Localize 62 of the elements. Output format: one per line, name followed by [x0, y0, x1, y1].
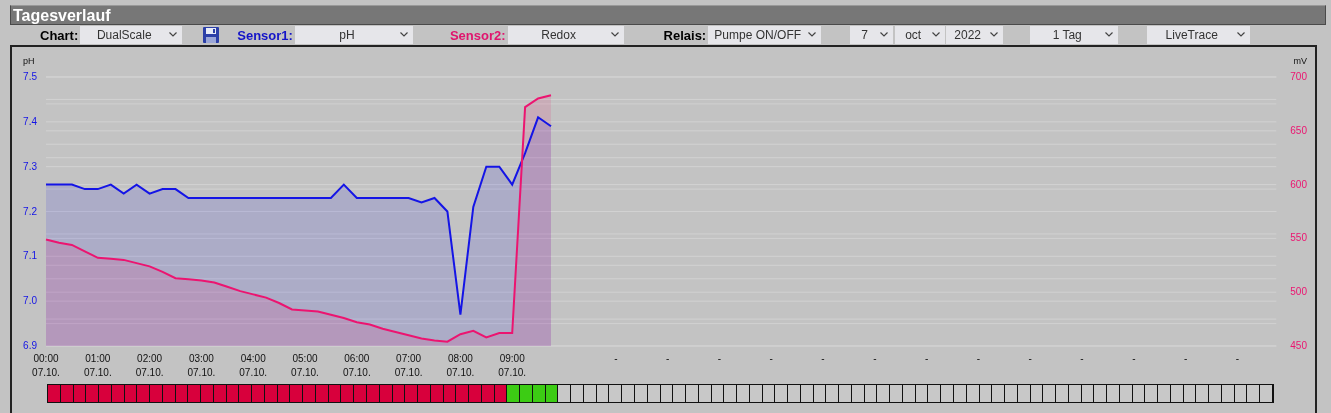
axis-label: 450 — [1290, 340, 1307, 351]
caret-icon — [169, 32, 178, 37]
axis-label: - — [769, 353, 773, 364]
dropdown[interactable]: Pumpe ON/OFF — [708, 26, 822, 44]
dropdown[interactable]: 2022 — [946, 26, 1004, 44]
dropdown[interactable]: 7 — [850, 26, 894, 44]
field-label: Chart: — [40, 27, 79, 43]
save-icon[interactable] — [202, 26, 221, 44]
axis-label: - — [614, 353, 618, 364]
axis-label: 07:00 07.10. — [394, 353, 423, 378]
dropdown[interactable]: LiveTrace — [1147, 26, 1251, 44]
caret-icon — [1105, 32, 1114, 37]
axis-label: 02:00 07.10. — [135, 353, 164, 378]
caret-icon — [808, 32, 817, 37]
caret-icon — [610, 32, 619, 37]
axis-label: 03:00 07.10. — [187, 353, 216, 378]
axis-label: - — [873, 353, 877, 364]
axis-label: 500 — [1290, 286, 1307, 298]
dropdown[interactable]: Redox — [507, 26, 624, 44]
axis-label: 00:00 07.10. — [32, 353, 60, 378]
axis-label: 08:00 07.10. — [446, 353, 475, 378]
axis-label: 650 — [1290, 124, 1307, 136]
axis-label: 09:00 07.10. — [498, 353, 527, 378]
axis-label: 550 — [1290, 232, 1307, 244]
axis-label: - — [1183, 353, 1188, 364]
axis-label: 7.0 — [23, 295, 37, 307]
caret-icon — [880, 32, 889, 37]
field-label: Sensor2: — [449, 27, 506, 43]
dropdown[interactable]: DualScale — [80, 26, 183, 44]
axis-label: 05:00 07.10. — [291, 353, 319, 378]
dropdown[interactable]: pH — [294, 26, 413, 44]
axis-label: 7.1 — [23, 250, 37, 262]
axis-label: 7.4 — [23, 115, 37, 127]
caret-icon — [932, 32, 941, 37]
axis-label: - — [1132, 353, 1136, 364]
axis-label: 7.3 — [23, 160, 37, 172]
axis-label: - — [1028, 353, 1032, 364]
axis-label: - — [1235, 353, 1240, 364]
axis-label: - — [821, 353, 825, 364]
axis-label: 06:00 07.10. — [342, 353, 371, 378]
axis-label: 04:00 07.10. — [239, 353, 268, 378]
axis-label: - — [665, 353, 670, 364]
axis-title: mV — [1293, 56, 1307, 66]
caret-icon — [1237, 32, 1246, 37]
caret-icon — [399, 32, 408, 37]
panel-title: Tagesverlauf — [10, 5, 1326, 25]
dropdown[interactable]: 1 Tag — [1030, 26, 1119, 44]
axis-label: - — [717, 353, 722, 364]
field-label: Relais: — [663, 27, 707, 43]
axis-label: 600 — [1290, 178, 1307, 190]
axis-label: - — [924, 353, 929, 364]
field-label: Sensor1: — [237, 27, 293, 43]
caret-icon — [990, 32, 999, 37]
axis-label: - — [976, 353, 981, 364]
axis-label: 01:00 07.10. — [83, 353, 112, 378]
dropdown[interactable]: oct — [895, 26, 946, 44]
axis-label: - — [1080, 353, 1084, 364]
axis-label: 7.2 — [23, 205, 37, 217]
axis-title: pH — [23, 56, 35, 66]
axis-label: 6.9 — [23, 340, 37, 351]
axis-label: 7.5 — [23, 71, 37, 82]
axis-label: 700 — [1290, 71, 1307, 82]
